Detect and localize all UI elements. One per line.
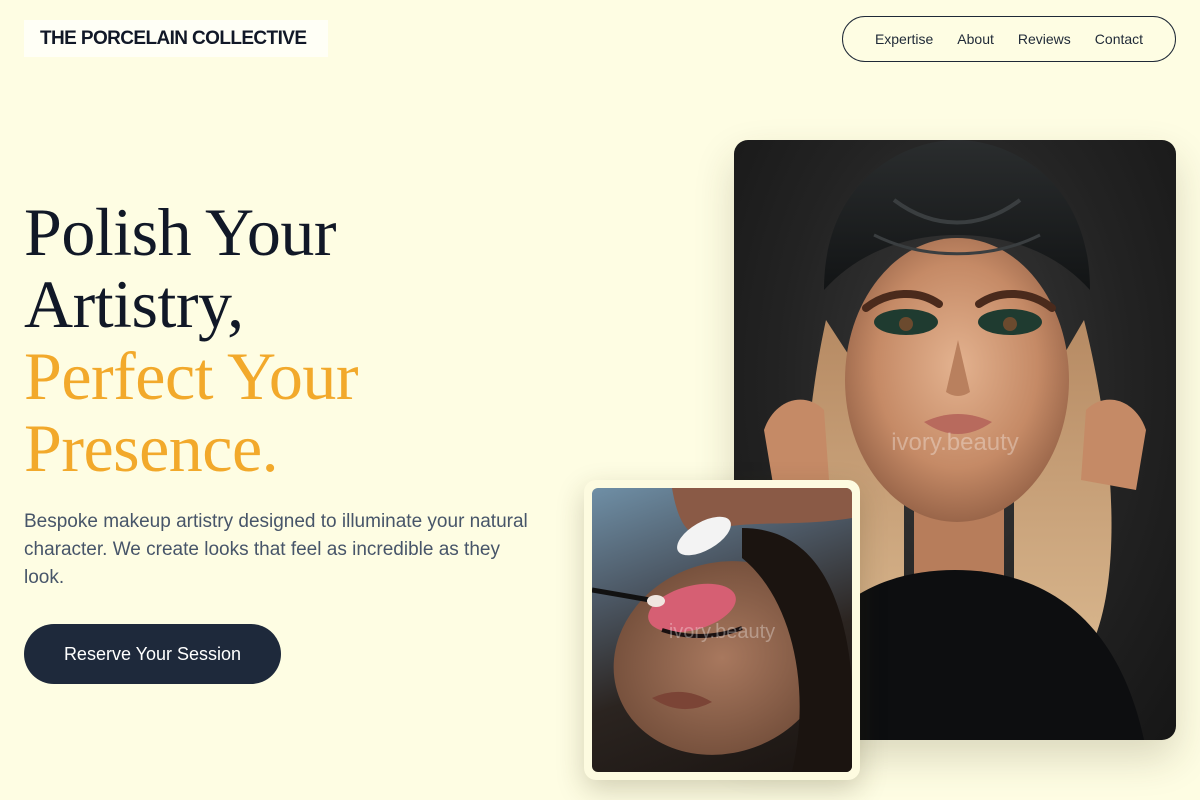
headline-accent-line-1: Perfect Your [24, 338, 358, 414]
nav-item-reviews[interactable]: Reviews [1018, 31, 1071, 47]
secondary-image-watermark: ivory.beauty [669, 621, 775, 643]
makeup-application-image: ivory.beauty [592, 488, 852, 772]
headline-line-1: Polish Your [24, 194, 337, 270]
headline-accent-line-2: Presence. [24, 410, 279, 486]
hero-description: Bespoke makeup artistry designed to illu… [24, 511, 528, 588]
hero-headline: Polish Your Artistry, Perfect Your Prese… [24, 196, 544, 484]
nav-item-expertise[interactable]: Expertise [875, 31, 933, 47]
main-image-watermark: ivory.beauty [891, 429, 1019, 456]
brand-logo[interactable]: THE PORCELAIN COLLECTIVE [24, 20, 328, 57]
page: THE PORCELAIN COLLECTIVE Expertise About… [0, 0, 1200, 800]
main-nav: Expertise About Reviews Contact [842, 16, 1176, 62]
brand-name: THE PORCELAIN COLLECTIVE [40, 27, 307, 49]
nav-item-contact[interactable]: Contact [1095, 31, 1143, 47]
reserve-session-button[interactable]: Reserve Your Session [24, 624, 281, 684]
headline-line-2: Artistry, [24, 266, 244, 342]
nav-item-about[interactable]: About [957, 31, 994, 47]
makeup-illustration: ivory.beauty [592, 488, 852, 772]
